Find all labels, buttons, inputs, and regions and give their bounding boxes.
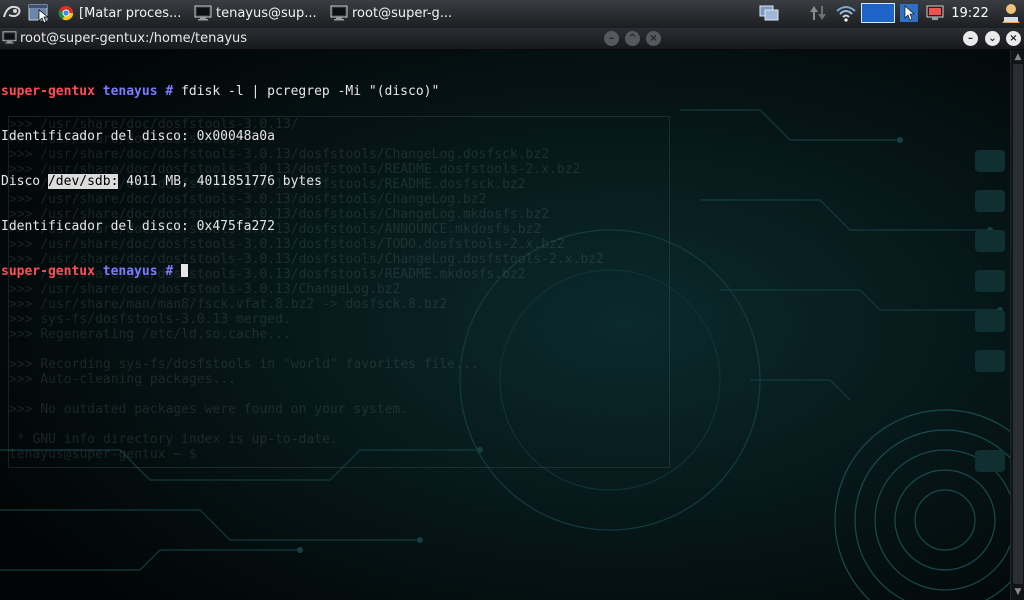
show-desktop-icon[interactable] xyxy=(26,2,52,24)
close-icon: × xyxy=(1009,33,1018,44)
background-terminal-line: tenayus@super-gentux ~ $ xyxy=(9,447,205,462)
output-text: 4011 MB, 4011851776 bytes xyxy=(118,174,322,189)
top-panel: [Matar proces... tenayus@sup... root@sup… xyxy=(0,0,1024,29)
prompt-host: tenayus xyxy=(102,84,158,99)
terminal-line: super-gentux tenayus # xyxy=(1,264,1007,279)
background-terminal-line: >>> Auto-cleaning packages... xyxy=(9,372,236,387)
prompt-symbol: # xyxy=(157,264,174,279)
taskbar-item-terminal-root[interactable]: root@super-g... xyxy=(330,2,458,24)
taskbar-item-label: root@super-g... xyxy=(352,5,453,21)
output-text: Disco xyxy=(1,174,48,189)
chrome-icon xyxy=(58,5,74,21)
taskbar-item-label: tenayus@sup... xyxy=(216,5,317,21)
background-terminal-line: >>> No outdated packages were found on y… xyxy=(9,402,409,417)
background-maximize-icon: ^ xyxy=(625,31,640,46)
window-titlebar[interactable]: root@super-gentux:/home/tenayus – ^ × – … xyxy=(0,28,1024,50)
clock[interactable]: 19:22 xyxy=(944,0,996,28)
command-text xyxy=(173,264,181,279)
terminal-icon xyxy=(2,31,17,44)
scrollbar[interactable]: ▲ ▼ xyxy=(1010,50,1024,600)
scroll-up-icon[interactable]: ▲ xyxy=(1012,51,1024,63)
maximize-button[interactable]: ⌄ xyxy=(985,31,1000,46)
background-terminal-line: * GNU info directory index is up-to-date… xyxy=(9,432,338,447)
close-button[interactable]: × xyxy=(1006,31,1021,46)
maximize-icon: ⌄ xyxy=(988,33,997,44)
minimize-button[interactable]: – xyxy=(963,31,978,46)
taskbar-item-chrome[interactable]: [Matar proces... xyxy=(57,2,187,24)
user-icon[interactable] xyxy=(998,2,1024,24)
output-line: Identificador del disco: 0x00048a0a xyxy=(1,129,275,144)
background-terminal-line: >>> Regenerating /etc/ld.so.cache... xyxy=(9,327,291,342)
output-line: Disco /dev/sdb: 4011 MB, 4011851776 byte… xyxy=(1,174,1007,189)
terminal-line: super-gentux tenayus # fdisk -l | pcregr… xyxy=(1,84,1007,99)
application-menu-icon[interactable] xyxy=(0,2,24,24)
battery-bar-icon[interactable] xyxy=(860,2,896,24)
terminal-icon xyxy=(330,5,348,21)
window-list-icon[interactable] xyxy=(757,2,781,24)
display-icon[interactable] xyxy=(924,2,946,24)
background-terminal-line xyxy=(9,417,669,432)
text-cursor xyxy=(181,264,189,277)
minimize-icon: – xyxy=(968,33,973,44)
terminal-window: root@super-gentux:/home/tenayus – ^ × – … xyxy=(0,28,1024,600)
scroll-down-icon[interactable]: ▼ xyxy=(1012,586,1024,598)
pointer-icon[interactable] xyxy=(898,2,920,24)
prompt-user: super-gentux xyxy=(1,84,95,99)
terminal-area[interactable]: >>> /usr/share/doc/dosfstools-3.0.13/>>>… xyxy=(0,50,1024,600)
command-text: fdisk -l | pcregrep -Mi "(disco)" xyxy=(173,84,440,99)
terminal-output: super-gentux tenayus # fdisk -l | pcregr… xyxy=(1,54,1007,309)
background-minimize-icon: – xyxy=(604,31,619,46)
background-close-icon: × xyxy=(646,31,661,46)
terminal-icon xyxy=(194,5,212,21)
scrollbar-thumb[interactable] xyxy=(1013,64,1023,584)
prompt-user: super-gentux xyxy=(1,264,95,279)
window-title: root@super-gentux:/home/tenayus xyxy=(20,31,248,46)
prompt-symbol: # xyxy=(157,84,174,99)
prompt-host: tenayus xyxy=(102,264,158,279)
background-terminal-line: >>> sys-fs/dosfstools-3.0.13 merged. xyxy=(9,312,291,327)
taskbar-item-terminal-tenayus[interactable]: tenayus@sup... xyxy=(194,2,322,24)
background-terminal-line xyxy=(9,342,669,357)
network-transfer-icon xyxy=(806,2,830,24)
output-line: Identificador del disco: 0x475fa272 xyxy=(1,219,275,234)
taskbar-item-label: [Matar proces... xyxy=(79,5,182,21)
background-terminal-line xyxy=(9,387,669,402)
background-terminal-line: >>> Recording sys-fs/dosfstools in "worl… xyxy=(9,357,479,372)
highlighted-match: /dev/sdb: xyxy=(47,174,119,189)
wifi-icon[interactable] xyxy=(834,2,858,24)
